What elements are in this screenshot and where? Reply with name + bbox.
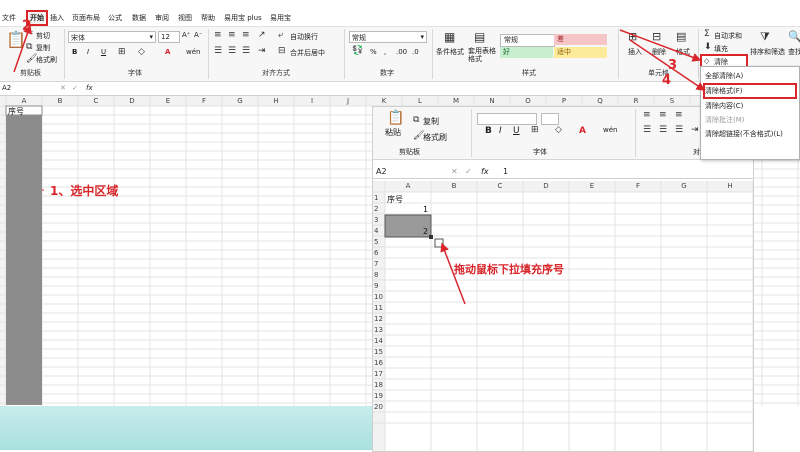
annotation-arrows <box>13 24 706 305</box>
step2-label: 2 <box>22 18 32 34</box>
step3-label: 3 <box>668 58 678 73</box>
drag-hint-label: 拖动鼠标下拉填充序号 <box>454 263 564 276</box>
step4-label: 4 <box>662 73 672 88</box>
step1-label: 1、选中区域 <box>50 184 119 198</box>
